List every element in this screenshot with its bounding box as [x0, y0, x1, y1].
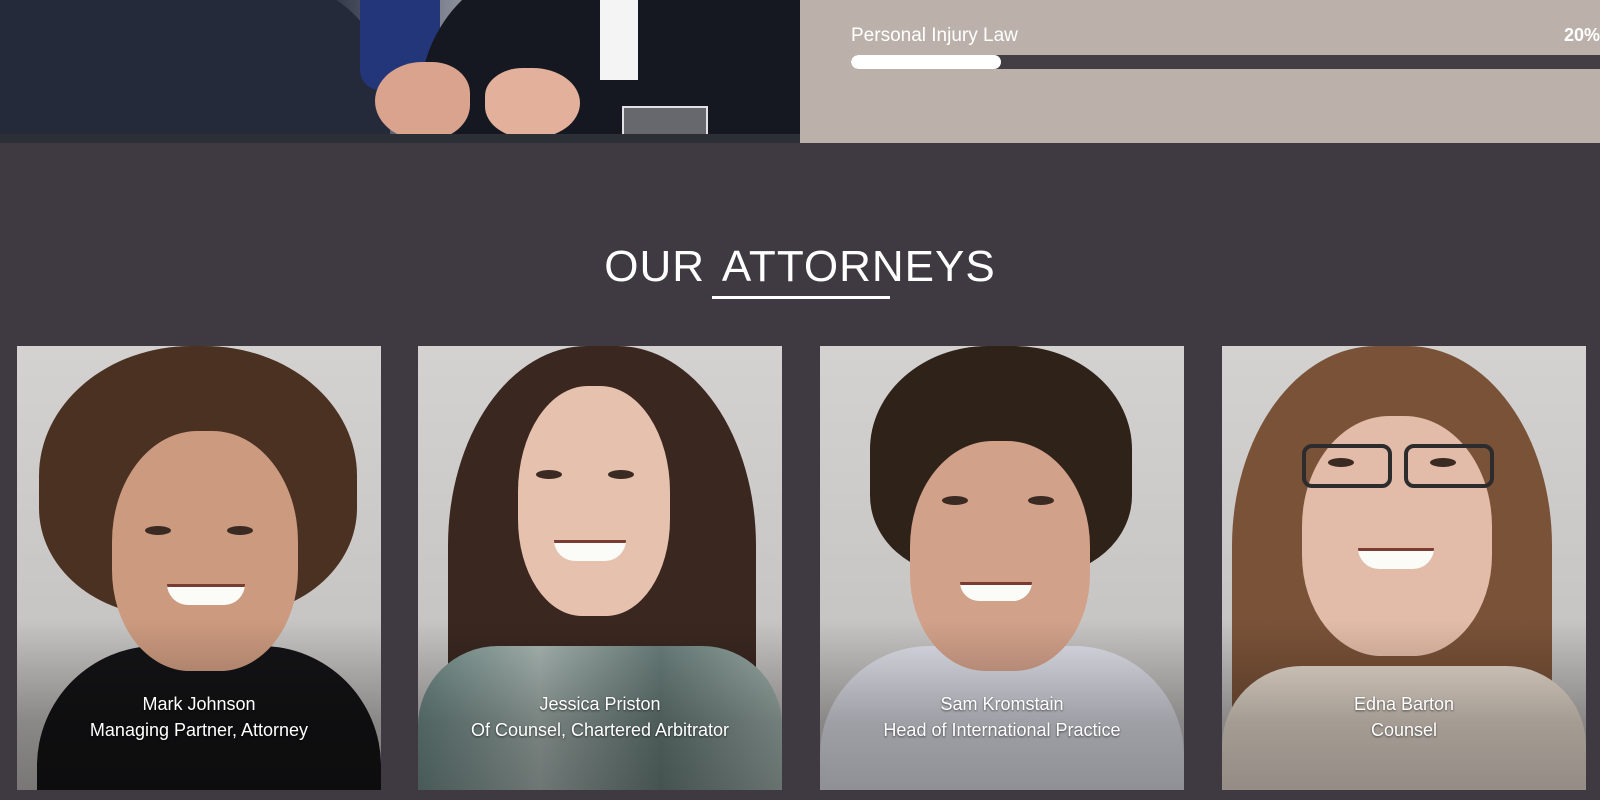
attorney-role: Counsel — [1370, 720, 1438, 740]
skill-progress-bar — [851, 55, 1600, 69]
attorney-name: Mark Johnson — [142, 694, 256, 714]
attorney-name: Jessica Priston — [539, 694, 661, 714]
attorney-card[interactable]: Jessica Priston Of Counsel, Chartered Ar… — [418, 346, 782, 790]
skill-label: Personal Injury Law — [851, 25, 1018, 46]
attorney-name: Edna Barton — [1353, 694, 1455, 714]
section-title: OUR ATTORNEYS — [604, 242, 996, 291]
attorney-role: Managing Partner, Attorney — [89, 720, 309, 740]
skills-panel: Personal Injury Law 20% — [800, 0, 1600, 143]
top-band: Personal Injury Law 20% — [0, 0, 1600, 143]
attorney-card[interactable]: Edna Barton Counsel — [1222, 346, 1586, 790]
skill-percent: 20% — [1563, 25, 1600, 45]
attorney-role: Head of International Practice — [883, 720, 1121, 740]
title-underline — [712, 296, 890, 299]
attorney-photo — [518, 386, 670, 616]
attorney-name: Sam Kromstain — [940, 694, 1064, 714]
meeting-photo — [0, 0, 800, 143]
attorney-card[interactable]: Sam Kromstain Head of International Prac… — [820, 346, 1184, 790]
attorney-role: Of Counsel, Chartered Arbitrator — [470, 720, 730, 740]
skill-progress-fill — [851, 55, 1001, 69]
attorney-card[interactable]: Mark Johnson Managing Partner, Attorney — [17, 346, 381, 790]
